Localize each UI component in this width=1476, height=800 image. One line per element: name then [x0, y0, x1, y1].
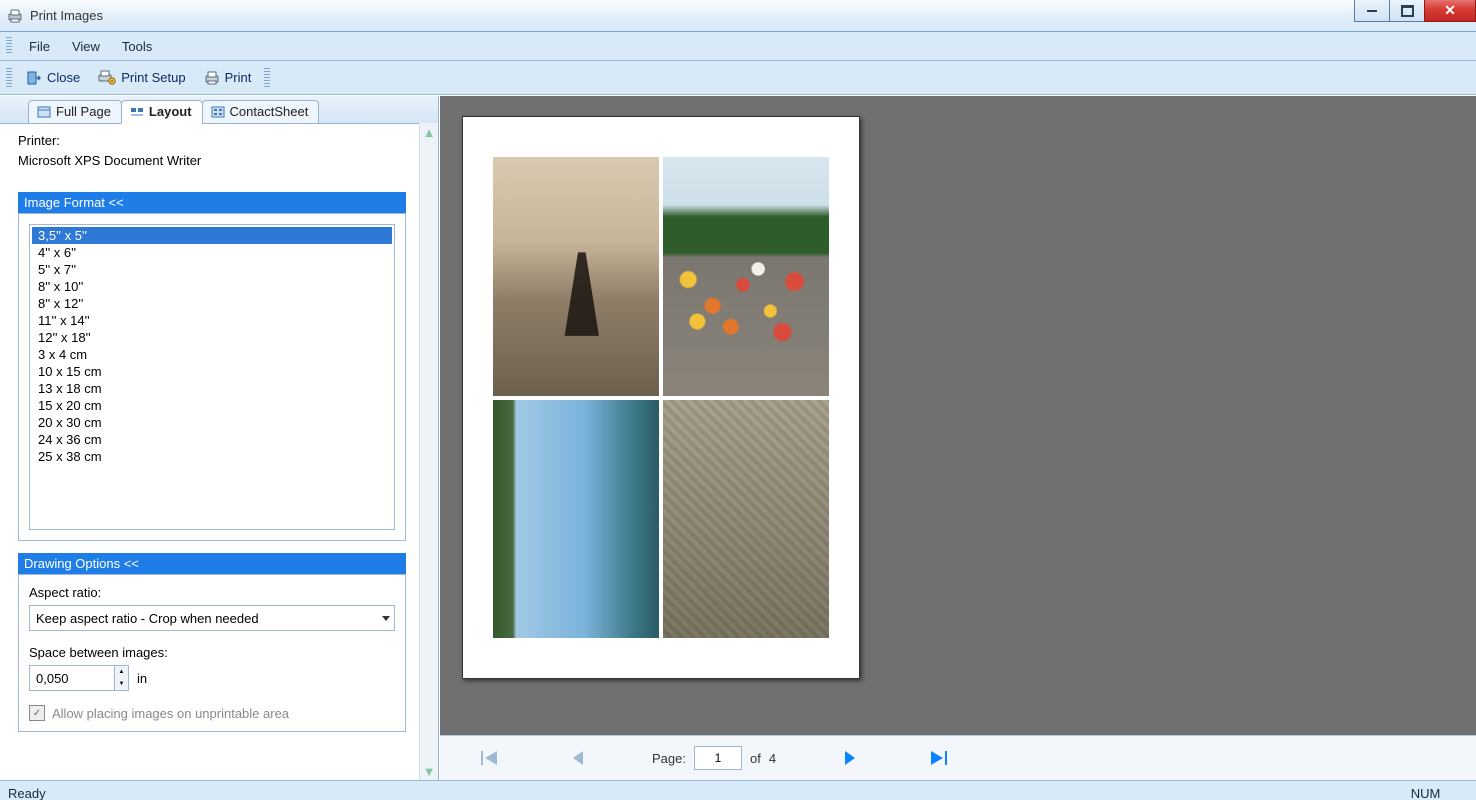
image-format-fieldset: 3,5'' x 5''4'' x 6''5'' x 7''8'' x 10''8… — [18, 213, 406, 541]
toolbar-overflow[interactable] — [264, 68, 270, 88]
image-format-option[interactable]: 11'' x 14'' — [32, 312, 392, 329]
image-format-option[interactable]: 10 x 15 cm — [32, 363, 392, 380]
page-input[interactable] — [694, 746, 742, 770]
tab-strip: Full Page Layout ContactSheet — [0, 96, 438, 124]
status-scrl — [1464, 786, 1468, 800]
menubar-grip — [6, 37, 12, 55]
panel-body: Printer: Microsoft XPS Document Writer I… — [0, 123, 420, 780]
titlebar: Print Images ✕ — [0, 0, 1476, 32]
image-format-option[interactable]: 8'' x 12'' — [32, 295, 392, 312]
tab-full-page-label: Full Page — [56, 104, 111, 119]
status-caps — [1383, 786, 1387, 800]
print-setup-label: Print Setup — [121, 70, 185, 85]
aspect-ratio-label: Aspect ratio: — [29, 585, 395, 600]
space-label: Space between images: — [29, 645, 395, 660]
prev-page-button[interactable] — [564, 744, 592, 772]
space-spinner[interactable]: ▲ ▼ — [29, 665, 129, 691]
window-buttons: ✕ — [1355, 0, 1476, 21]
aspect-ratio-value: Keep aspect ratio - Crop when needed — [36, 611, 259, 626]
tab-layout-label: Layout — [149, 104, 192, 119]
close-icon — [26, 70, 42, 86]
print-button[interactable]: Print — [196, 67, 260, 89]
print-setup-icon — [98, 70, 116, 86]
main-area: Full Page Layout ContactSheet Printer: M… — [0, 95, 1476, 780]
unprintable-checkbox-row[interactable]: ✓ Allow placing images on unprintable ar… — [29, 705, 395, 721]
image-format-option[interactable]: 25 x 38 cm — [32, 448, 392, 465]
page-label-text: Page: — [652, 751, 686, 766]
window-title: Print Images — [30, 8, 103, 23]
left-panel: Full Page Layout ContactSheet Printer: M… — [0, 96, 439, 780]
image-format-option[interactable]: 24 x 36 cm — [32, 431, 392, 448]
spinner-down[interactable]: ▼ — [115, 678, 128, 690]
image-format-option[interactable]: 13 x 18 cm — [32, 380, 392, 397]
preview-image-4 — [663, 400, 829, 639]
aspect-ratio-combo[interactable]: Keep aspect ratio - Crop when needed — [29, 605, 395, 631]
image-format-option[interactable]: 3 x 4 cm — [32, 346, 392, 363]
first-page-button[interactable] — [476, 744, 504, 772]
image-format-option[interactable]: 12'' x 18'' — [32, 329, 392, 346]
unprintable-label: Allow placing images on unprintable area — [52, 706, 289, 721]
scroll-down-icon[interactable]: ▼ — [420, 762, 438, 780]
last-page-button[interactable] — [924, 744, 952, 772]
contactsheet-icon — [211, 105, 225, 119]
print-setup-button[interactable]: Print Setup — [90, 67, 193, 89]
close-button[interactable]: Close — [18, 67, 88, 89]
image-format-option[interactable]: 3,5'' x 5'' — [32, 227, 392, 244]
tab-layout[interactable]: Layout — [121, 100, 203, 124]
layout-icon — [130, 105, 144, 119]
preview-page — [462, 116, 860, 679]
unprintable-checkbox[interactable]: ✓ — [29, 705, 45, 721]
page-navigation: Page: of 4 — [440, 735, 1476, 780]
maximize-button[interactable] — [1389, 0, 1425, 22]
spinner-up[interactable]: ▲ — [115, 666, 128, 678]
menu-tools[interactable]: Tools — [111, 35, 163, 58]
left-panel-scrollbar[interactable]: ▲ ▼ — [419, 123, 438, 780]
print-icon — [204, 70, 220, 86]
toolbar-grip — [6, 68, 12, 88]
page-indicator: Page: of 4 — [652, 746, 776, 770]
status-text: Ready — [8, 786, 46, 800]
right-panel: Page: of 4 — [439, 96, 1476, 780]
image-format-option[interactable]: 20 x 30 cm — [32, 414, 392, 431]
tab-contactsheet[interactable]: ContactSheet — [202, 100, 320, 124]
print-label: Print — [225, 70, 252, 85]
preview-image-3 — [493, 400, 659, 639]
space-input[interactable] — [30, 666, 114, 690]
chevron-down-icon — [382, 616, 390, 621]
menu-view[interactable]: View — [61, 35, 111, 58]
close-label: Close — [47, 70, 80, 85]
image-format-header[interactable]: Image Format << — [18, 192, 406, 213]
image-format-listbox[interactable]: 3,5'' x 5''4'' x 6''5'' x 7''8'' x 10''8… — [29, 224, 395, 530]
tab-contactsheet-label: ContactSheet — [230, 104, 309, 119]
image-format-option[interactable]: 15 x 20 cm — [32, 397, 392, 414]
minimize-button[interactable] — [1354, 0, 1390, 22]
drawing-options-header[interactable]: Drawing Options << — [18, 553, 406, 574]
menu-file[interactable]: File — [18, 35, 61, 58]
toolbar: Close Print Setup Print — [0, 61, 1476, 95]
image-format-option[interactable]: 4'' x 6'' — [32, 244, 392, 261]
next-page-button[interactable] — [836, 744, 864, 772]
space-unit: in — [137, 671, 147, 686]
status-num: NUM — [1411, 786, 1441, 800]
app-icon — [6, 7, 24, 25]
close-window-button[interactable]: ✕ — [1424, 0, 1476, 22]
preview-viewport[interactable] — [440, 96, 1476, 735]
preview-image-2 — [663, 157, 829, 396]
page-total: 4 — [769, 751, 776, 766]
menubar: File View Tools — [0, 32, 1476, 61]
printer-label: Printer: — [18, 133, 406, 148]
statusbar: Ready NUM — [0, 780, 1476, 800]
full-page-icon — [37, 105, 51, 119]
page-of-label: of — [750, 751, 761, 766]
drawing-options-fieldset: Aspect ratio: Keep aspect ratio - Crop w… — [18, 574, 406, 732]
printer-name: Microsoft XPS Document Writer — [18, 153, 406, 168]
tab-full-page[interactable]: Full Page — [28, 100, 122, 124]
image-format-option[interactable]: 8'' x 10'' — [32, 278, 392, 295]
image-format-option[interactable]: 5'' x 7'' — [32, 261, 392, 278]
scroll-up-icon[interactable]: ▲ — [420, 123, 438, 141]
preview-image-1 — [493, 157, 659, 396]
